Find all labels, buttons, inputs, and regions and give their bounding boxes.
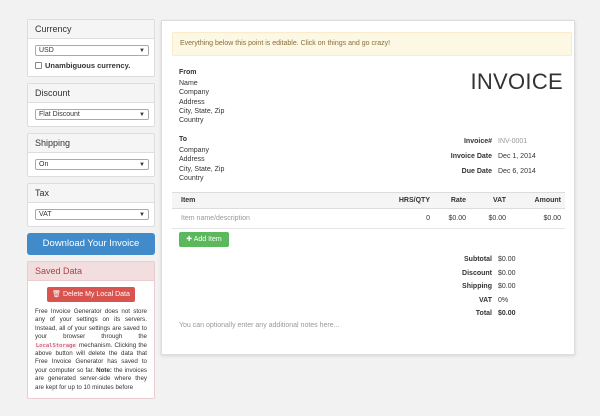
sidebar: Currency USD ▼ Unambiguous currency. Dis… [27,19,155,405]
chevron-down-icon: ▼ [139,48,145,54]
header-rate: Rate [450,197,466,204]
item-description-field[interactable]: Item name/description [181,209,250,228]
discount-select[interactable]: Flat Discount ▼ [35,109,149,120]
trash-icon: 🗑 [52,291,61,298]
header-item: Item [181,197,196,204]
saved-data-description: Free Invoice Generator does not store an… [35,308,147,391]
shipping-label: Shipping [462,283,492,291]
from-country[interactable]: Country [179,116,224,125]
invoice-meta: Invoice# INV-0001 Invoice Date Dec 1, 20… [412,134,536,179]
currency-heading: Currency [28,20,154,39]
chevron-down-icon: ▼ [139,112,145,118]
discount-select-value: Flat Discount [39,111,80,118]
unambiguous-currency-checkbox[interactable] [35,62,42,69]
unambiguous-currency-option[interactable]: Unambiguous currency. [35,61,147,70]
currency-panel: Currency USD ▼ Unambiguous currency. [27,19,155,77]
shipping-select-value: On [39,161,49,168]
invoice-date-label: Invoice Date [450,153,492,160]
notes-field[interactable]: You can optionally enter any additional … [179,322,339,329]
to-country[interactable]: Country [179,174,224,183]
items-table-header: Item HRS/QTY Rate VAT Amount [172,192,565,209]
from-label: From [179,69,197,76]
chevron-down-icon: ▼ [139,162,145,168]
invoice-number-label: Invoice# [463,138,492,145]
discount-panel: Discount Flat Discount ▼ [27,83,155,127]
editable-alert: Everything below this point is editable.… [172,32,572,56]
shipping-select[interactable]: On ▼ [35,159,149,170]
invoice-date-field[interactable]: Dec 1, 2014 [498,149,536,164]
totals-block: Subtotal $0.00 Discount $0.00 Shipping $… [402,253,516,321]
table-row[interactable]: Item name/description 0 $0.00 $0.00 $0.0… [172,209,565,229]
to-label: To [179,136,188,143]
subtotal-label: Subtotal [464,256,492,263]
from-company[interactable]: Company [179,88,224,97]
item-vat-field[interactable]: $0.00 [488,209,506,228]
invoice-title[interactable]: INVOICE [470,69,563,95]
add-item-button[interactable]: ✚ Add Item [179,232,229,247]
vat-label: VAT [479,296,492,304]
item-amount: $0.00 [543,215,561,222]
tax-select-value: VAT [39,211,52,218]
discount-value[interactable]: $0.00 [498,267,516,281]
shipping-value[interactable]: $0.00 [498,280,516,294]
tax-heading: Tax [28,184,154,203]
to-city[interactable]: City, State, Zip [179,165,224,174]
plus-icon: ✚ [186,236,193,243]
download-invoice-button[interactable]: Download Your Invoice [27,233,155,255]
from-name[interactable]: Name [179,79,224,88]
discount-label: Discount [462,269,492,277]
to-address[interactable]: To Company Address City, State, Zip Coun… [179,135,224,183]
from-address-line[interactable]: Address [179,98,224,107]
subtotal-value: $0.00 [498,256,516,263]
delete-local-data-label: Delete My Local Data [62,291,130,298]
localstorage-code: LocalStorage [35,342,77,349]
saved-data-heading: Saved Data [28,262,154,281]
chevron-down-icon: ▼ [139,212,145,218]
item-qty-field[interactable]: 0 [426,209,430,228]
delete-local-data-button[interactable]: 🗑 Delete My Local Data [47,287,135,302]
tax-select[interactable]: VAT ▼ [35,209,149,220]
shipping-heading: Shipping [28,134,154,153]
vat-value[interactable]: 0% [498,294,508,308]
add-item-label: Add Item [193,236,222,243]
header-amount: Amount [534,197,561,204]
from-address[interactable]: From Name Company Address City, State, Z… [179,68,224,125]
header-vat: VAT [493,197,506,204]
tax-panel: Tax VAT ▼ [27,183,155,227]
due-date-field[interactable]: Dec 6, 2014 [498,164,536,179]
discount-heading: Discount [28,84,154,103]
header-hrs-qty: HRS/QTY [398,197,430,204]
item-rate-field[interactable]: $0.00 [448,209,466,228]
invoice-number-field[interactable]: INV-0001 [498,134,527,149]
unambiguous-currency-label: Unambiguous currency. [45,61,131,70]
currency-select[interactable]: USD ▼ [35,45,149,56]
due-date-label: Due Date [461,168,492,175]
invoice-sheet: Everything below this point is editable.… [161,20,575,355]
saved-data-panel: Saved Data 🗑 Delete My Local Data Free I… [27,261,155,400]
total-label: Total [475,310,492,318]
total-value: $0.00 [498,310,516,318]
currency-select-value: USD [39,47,54,54]
shipping-panel: Shipping On ▼ [27,133,155,177]
to-company[interactable]: Company [179,146,224,155]
to-address-line[interactable]: Address [179,155,224,164]
from-city[interactable]: City, State, Zip [179,107,224,116]
